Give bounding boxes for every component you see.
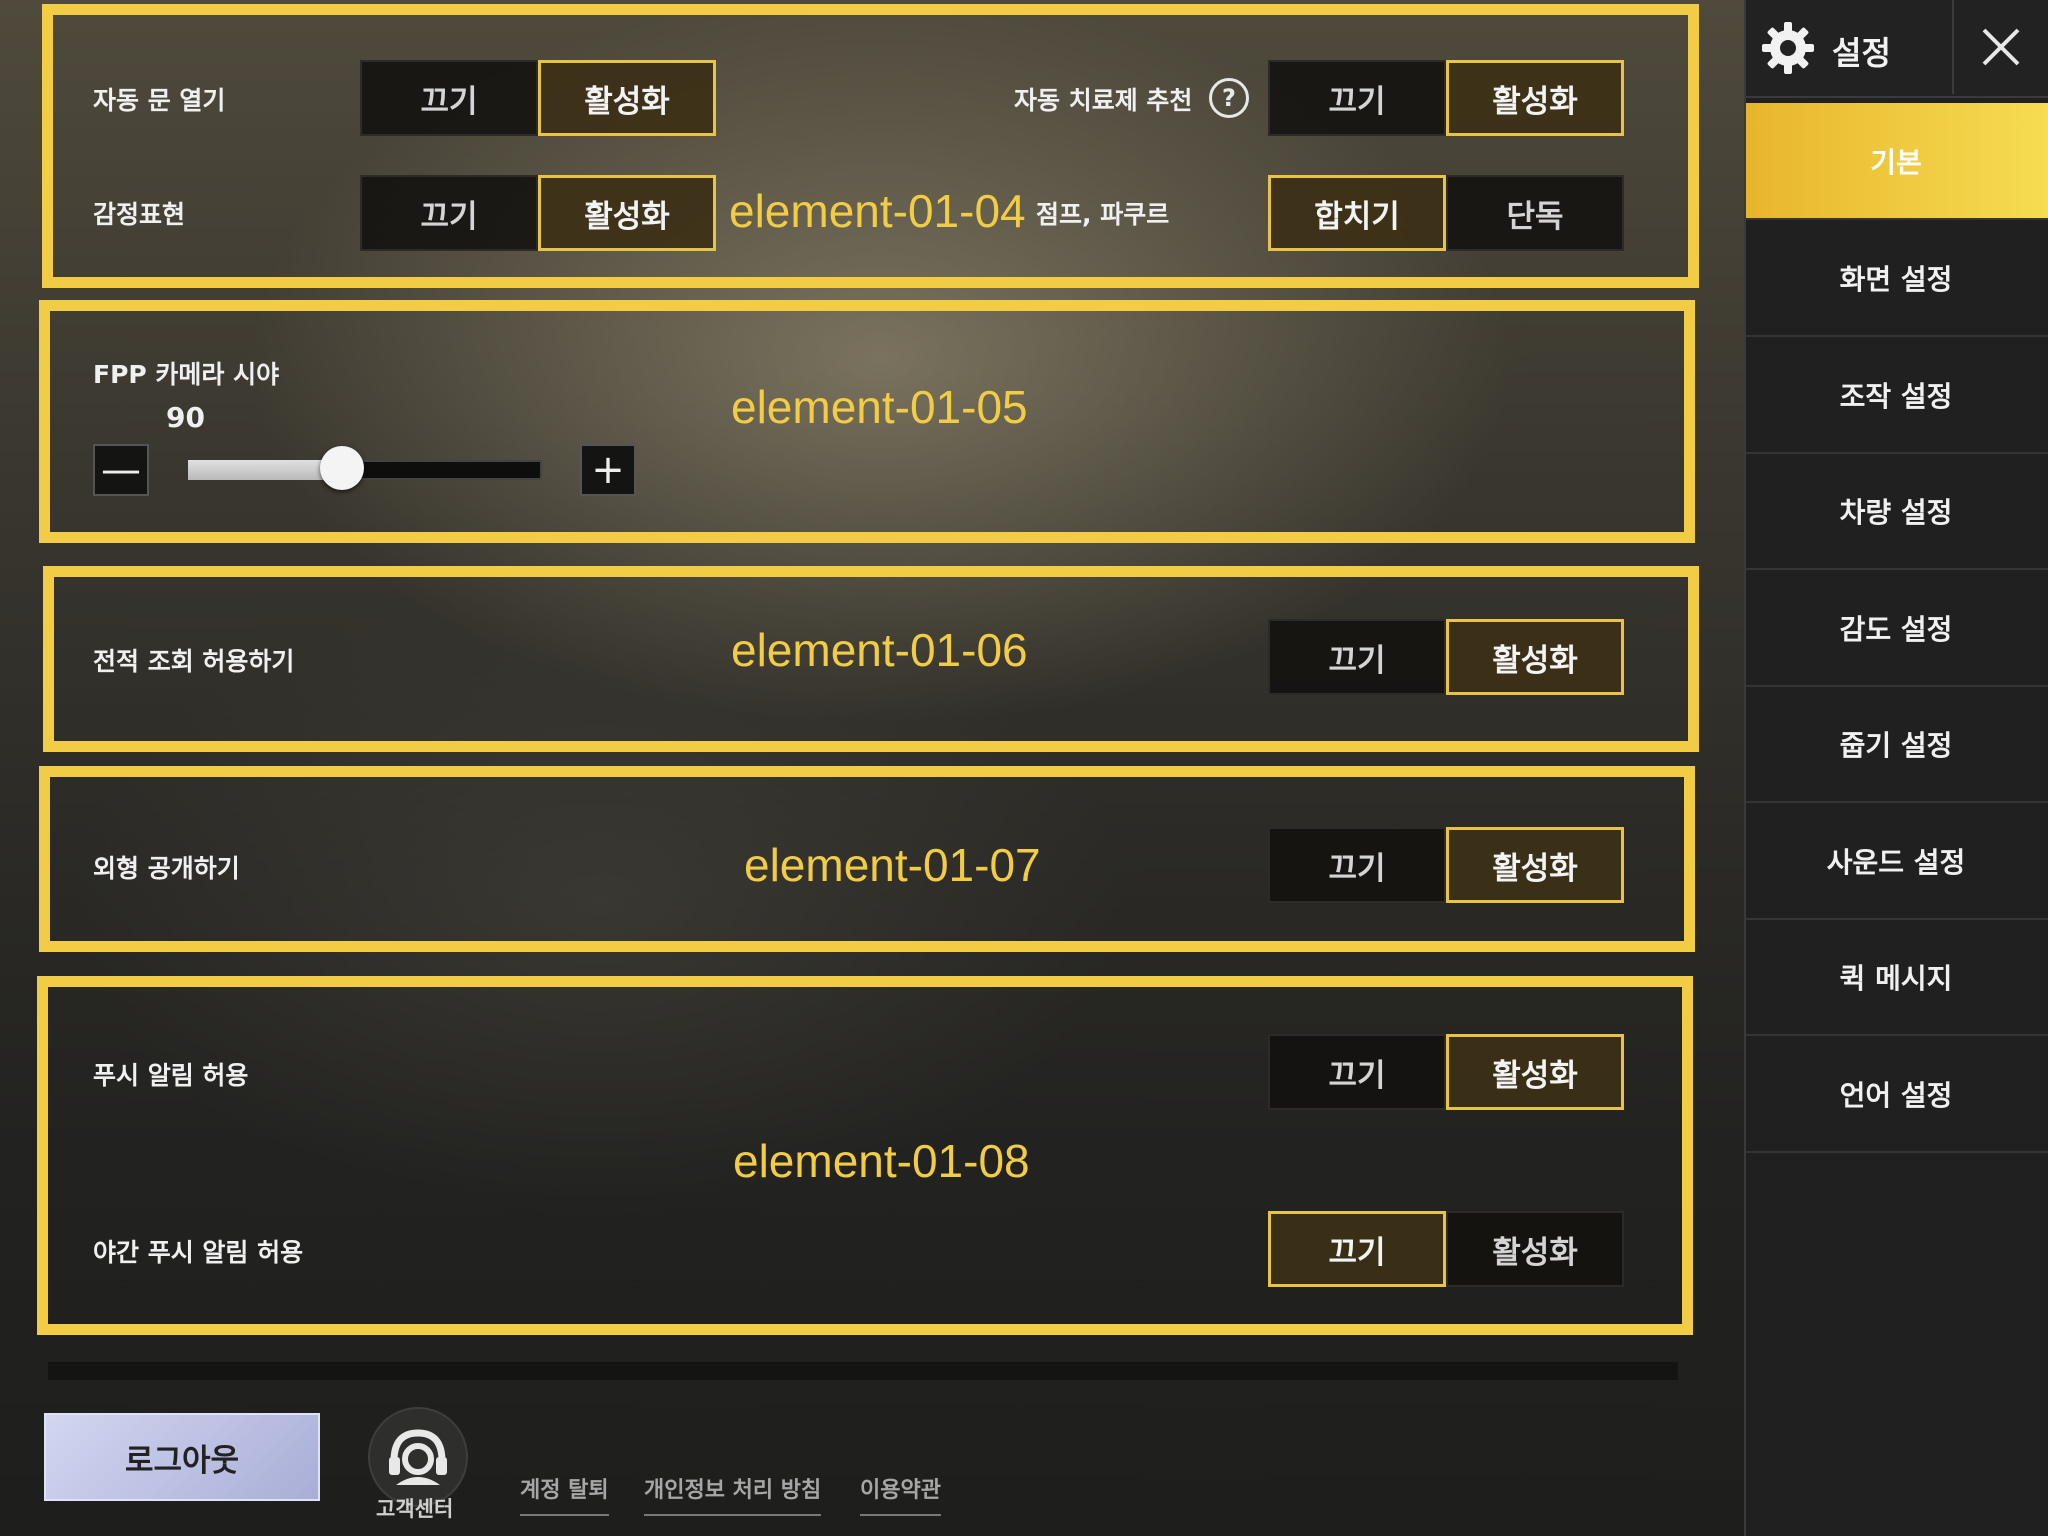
- sidebar-item-controls[interactable]: 조작 설정: [1744, 337, 2048, 454]
- sidebar-header: 설정: [1744, 0, 2048, 98]
- emote-label: 감정표현: [93, 200, 186, 229]
- auto-door-label: 자동 문 열기: [93, 86, 226, 115]
- emote-toggle: 끄기 활성화: [360, 175, 716, 251]
- sidebar-item-display[interactable]: 화면 설정: [1744, 220, 2048, 337]
- stats-label: 전적 조회 허용하기: [93, 647, 295, 676]
- jump-combine-button[interactable]: 합치기: [1268, 175, 1446, 251]
- fov-plus-button[interactable]: +: [580, 444, 636, 496]
- auto-heal-toggle: 끄기 활성화: [1268, 60, 1624, 136]
- appearance-off-button[interactable]: 끄기: [1268, 827, 1446, 903]
- fov-value: 90: [166, 401, 205, 434]
- footer-link-terms[interactable]: 이용약관: [860, 1472, 941, 1516]
- jump-parkour-label: 점프, 파쿠르: [1036, 200, 1170, 229]
- auto-door-toggle: 끄기 활성화: [360, 60, 716, 136]
- auto-heal-off-button[interactable]: 끄기: [1268, 60, 1446, 136]
- appearance-toggle: 끄기 활성화: [1268, 827, 1624, 903]
- night-push-on-button[interactable]: 활성화: [1446, 1211, 1624, 1287]
- stats-off-button[interactable]: 끄기: [1268, 619, 1446, 695]
- sidebar-item-sensitivity[interactable]: 감도 설정: [1744, 570, 2048, 687]
- support-label[interactable]: 고객센터: [376, 1493, 453, 1533]
- push-on-button[interactable]: 활성화: [1446, 1034, 1624, 1110]
- stats-toggle: 끄기 활성화: [1268, 619, 1624, 695]
- close-icon[interactable]: [1952, 0, 2048, 94]
- fov-slider-knob[interactable]: [320, 446, 364, 490]
- push-off-button[interactable]: 끄기: [1268, 1034, 1446, 1110]
- jump-parkour-toggle: 합치기 단독: [1268, 175, 1624, 251]
- scroll-divider: [48, 1362, 1678, 1380]
- jump-single-button[interactable]: 단독: [1446, 175, 1624, 251]
- headset-icon[interactable]: [368, 1407, 468, 1507]
- settings-sidebar: 설정 기본 화면 설정 조작 설정 차량 설정 감도 설정 줍기 설정 사운드 …: [1744, 0, 2048, 1536]
- emote-on-button[interactable]: 활성화: [538, 175, 716, 251]
- sidebar-item-vehicle[interactable]: 차량 설정: [1744, 453, 2048, 570]
- auto-door-on-button[interactable]: 활성화: [538, 60, 716, 136]
- fov-label: FPP 카메라 시야: [93, 360, 280, 389]
- element-01-06-tag: element-01-06: [731, 624, 1028, 676]
- sidebar-item-sound[interactable]: 사운드 설정: [1744, 803, 2048, 920]
- emote-off-button[interactable]: 끄기: [360, 175, 538, 251]
- sidebar-item-pickup[interactable]: 줍기 설정: [1744, 686, 2048, 803]
- auto-heal-label: 자동 치료제 추천: [1014, 86, 1193, 115]
- auto-heal-on-button[interactable]: 활성화: [1446, 60, 1624, 136]
- logout-button[interactable]: 로그아웃: [44, 1413, 320, 1501]
- push-toggle: 끄기 활성화: [1268, 1034, 1624, 1110]
- sidebar-item-basic[interactable]: 기본: [1744, 103, 2048, 220]
- help-icon[interactable]: ?: [1209, 78, 1249, 118]
- appearance-on-button[interactable]: 활성화: [1446, 827, 1624, 903]
- sidebar-divider: [1744, 0, 1746, 1536]
- gear-icon: [1760, 20, 1816, 76]
- element-01-08-tag: element-01-08: [733, 1135, 1030, 1187]
- stats-on-button[interactable]: 활성화: [1446, 619, 1624, 695]
- night-push-off-button[interactable]: 끄기: [1268, 1211, 1446, 1287]
- night-push-label: 야간 푸시 알림 허용: [93, 1238, 304, 1267]
- footer-link-withdraw[interactable]: 계정 탈퇴: [520, 1472, 609, 1516]
- sidebar-item-quick-message[interactable]: 퀵 메시지: [1744, 919, 2048, 1036]
- sidebar-title: 설정: [1832, 34, 1891, 72]
- element-01-07-tag: element-01-07: [744, 839, 1041, 891]
- appearance-label: 외형 공개하기: [93, 854, 240, 883]
- push-label: 푸시 알림 허용: [93, 1061, 249, 1090]
- element-01-04-tag: element-01-04: [729, 185, 1026, 237]
- footer-link-privacy[interactable]: 개인정보 처리 방침: [644, 1472, 822, 1516]
- fov-minus-button[interactable]: —: [93, 444, 149, 496]
- auto-door-off-button[interactable]: 끄기: [360, 60, 538, 136]
- element-01-05-tag: element-01-05: [731, 381, 1028, 433]
- sidebar-item-language[interactable]: 언어 설정: [1744, 1036, 2048, 1153]
- night-push-toggle: 끄기 활성화: [1268, 1211, 1624, 1287]
- fov-slider-fill: [188, 460, 342, 480]
